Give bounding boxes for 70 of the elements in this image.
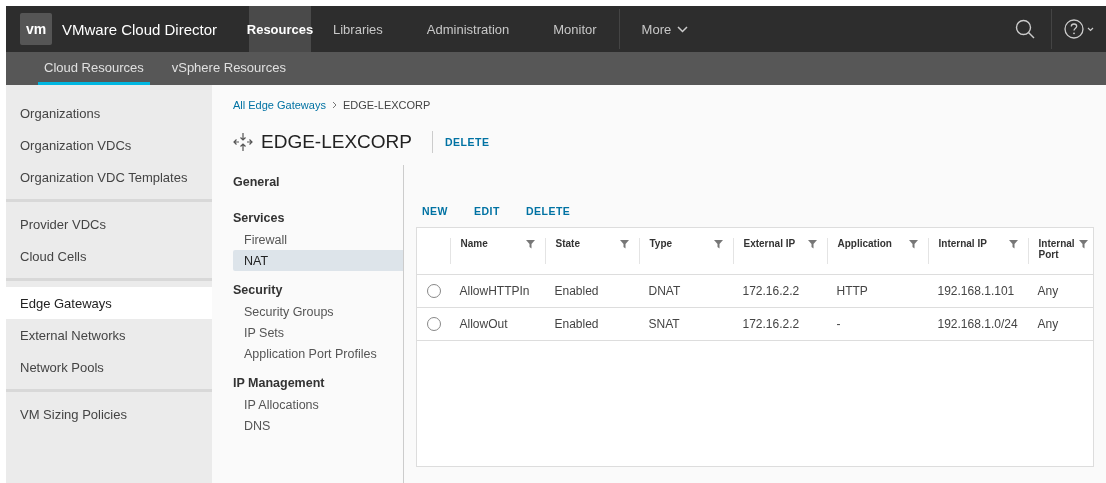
action-button[interactable]: EDIT bbox=[468, 205, 506, 217]
nav-tab[interactable]: Monitor bbox=[531, 6, 619, 52]
table-cell: AllowHTTPIn bbox=[459, 284, 530, 298]
column-header: State bbox=[555, 238, 580, 251]
table-cell: Enabled bbox=[554, 317, 599, 331]
breadcrumb-current: EDGE-LEXCORP bbox=[342, 99, 431, 111]
chevron-right-icon bbox=[331, 101, 337, 109]
column-header: Internal Port bbox=[1038, 238, 1075, 262]
column-header: Internal IP bbox=[938, 238, 987, 251]
column-header: Type bbox=[649, 238, 673, 251]
table-cell: Any bbox=[1037, 284, 1059, 298]
table-cell: 172.16.2.2 bbox=[742, 317, 800, 331]
section-heading: Services bbox=[233, 211, 286, 225]
sidebar-item[interactable]: Organization VDCs bbox=[6, 129, 212, 161]
search-icon[interactable] bbox=[1015, 19, 1035, 39]
column-header: Application bbox=[837, 238, 892, 251]
filter-icon[interactable] bbox=[1078, 240, 1088, 249]
table-cell: Any bbox=[1037, 317, 1059, 331]
section-link[interactable]: IP Allocations bbox=[233, 394, 403, 415]
section-link[interactable]: Application Port Profiles bbox=[233, 343, 403, 364]
filter-icon[interactable] bbox=[807, 240, 817, 249]
subnav-tab[interactable]: vSphere Resources bbox=[165, 52, 292, 85]
sidebar-item[interactable]: External Networks bbox=[6, 319, 212, 351]
vm-logo: vm bbox=[20, 13, 52, 45]
sidebar-item[interactable]: Organization VDC Templates bbox=[6, 161, 212, 193]
action-button[interactable]: DELETE bbox=[519, 205, 577, 217]
breadcrumb-link[interactable]: All Edge Gateways bbox=[233, 99, 326, 111]
nav-tab[interactable]: Administration bbox=[404, 6, 532, 52]
chevron-down-icon bbox=[677, 25, 689, 33]
chevron-down-icon bbox=[1087, 26, 1094, 32]
section-link[interactable]: DNS bbox=[233, 415, 403, 436]
product-name: VMware Cloud Director bbox=[62, 20, 218, 38]
section-heading: Security bbox=[233, 283, 284, 297]
section-link[interactable]: NAT bbox=[233, 250, 403, 271]
section-link[interactable]: Firewall bbox=[233, 229, 403, 250]
section-link[interactable]: Security Groups bbox=[233, 301, 403, 322]
sidebar-item[interactable]: Provider VDCs bbox=[6, 208, 212, 240]
action-button[interactable]: NEW bbox=[416, 205, 454, 217]
table-cell: DNAT bbox=[648, 284, 681, 298]
section-link[interactable]: IP Sets bbox=[233, 322, 403, 343]
row-radio[interactable] bbox=[427, 317, 441, 331]
edge-gateway-icon bbox=[233, 132, 253, 152]
sidebar-item[interactable]: Cloud Cells bbox=[6, 240, 212, 272]
filter-icon[interactable] bbox=[908, 240, 918, 249]
table-cell: 192.168.1.101 bbox=[937, 284, 1015, 298]
sidebar-item[interactable]: Network Pools bbox=[6, 351, 212, 383]
sidebar-item[interactable]: VM Sizing Policies bbox=[6, 398, 212, 430]
filter-icon[interactable] bbox=[619, 240, 629, 249]
table-cell: HTTP bbox=[836, 284, 868, 298]
table-cell: 172.16.2.2 bbox=[742, 284, 800, 298]
nav-tab[interactable]: Resources bbox=[249, 6, 311, 52]
filter-icon[interactable] bbox=[1008, 240, 1018, 249]
more-menu[interactable]: More bbox=[618, 9, 711, 49]
table-cell: SNAT bbox=[648, 317, 680, 331]
section-heading: General bbox=[233, 175, 281, 189]
table-cell: Enabled bbox=[554, 284, 599, 298]
filter-icon[interactable] bbox=[525, 240, 535, 249]
help-icon bbox=[1064, 19, 1084, 39]
table-cell: 192.168.1.0/24 bbox=[937, 317, 1018, 331]
sidebar-item[interactable]: Edge Gateways bbox=[6, 287, 212, 319]
table-cell: - bbox=[836, 317, 841, 331]
table-cell: AllowOut bbox=[459, 317, 508, 331]
sidebar-item[interactable]: Organizations bbox=[6, 97, 212, 129]
page-title: EDGE-LEXCORP bbox=[261, 131, 433, 153]
column-header: External IP bbox=[743, 238, 796, 251]
filter-icon[interactable] bbox=[713, 240, 723, 249]
section-heading: IP Management bbox=[233, 376, 326, 390]
row-radio[interactable] bbox=[427, 284, 441, 298]
delete-button[interactable]: DELETE bbox=[433, 136, 502, 148]
column-header: Name bbox=[460, 238, 488, 251]
